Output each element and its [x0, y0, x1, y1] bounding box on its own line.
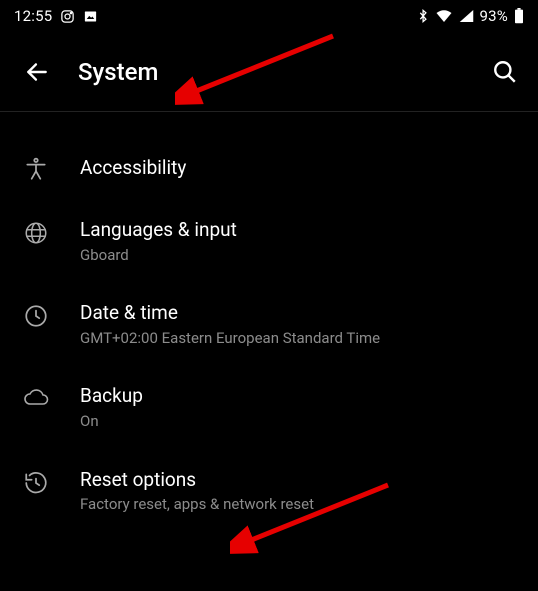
- bluetooth-icon: [418, 8, 429, 24]
- app-bar: System: [0, 32, 538, 112]
- list-item-backup[interactable]: Backup On: [0, 366, 538, 449]
- cloud-icon: [20, 386, 52, 408]
- list-item-subtitle: Factory reset, apps & network reset: [80, 495, 518, 515]
- list-item-subtitle: Gboard: [80, 246, 518, 266]
- accessibility-icon: [20, 156, 52, 182]
- instagram-icon: [60, 9, 75, 24]
- status-time: 12:55: [14, 7, 52, 25]
- status-bar: 12:55 93%: [0, 0, 538, 32]
- list-item-title: Languages & input: [80, 218, 518, 243]
- page-title: System: [78, 58, 464, 86]
- search-button[interactable]: [492, 59, 518, 85]
- list-item-title: Backup: [80, 384, 518, 409]
- list-item-subtitle: GMT+02:00 Eastern European Standard Time: [80, 329, 518, 349]
- list-item-title: Accessibility: [80, 156, 518, 181]
- history-icon: [20, 470, 52, 496]
- back-button[interactable]: [24, 59, 50, 85]
- list-item-reset[interactable]: Reset options Factory reset, apps & netw…: [0, 450, 538, 533]
- globe-icon: [20, 220, 52, 246]
- picture-icon: [83, 9, 98, 24]
- list-item-accessibility[interactable]: Accessibility: [0, 136, 538, 200]
- battery-percent: 93%: [480, 7, 508, 25]
- list-item-subtitle: On: [80, 412, 518, 432]
- list-item-languages[interactable]: Languages & input Gboard: [0, 200, 538, 283]
- wifi-icon: [435, 9, 453, 23]
- list-item-datetime[interactable]: Date & time GMT+02:00 Eastern European S…: [0, 283, 538, 366]
- settings-list: Accessibility Languages & input Gboard D…: [0, 112, 538, 533]
- list-item-title: Reset options: [80, 468, 518, 493]
- list-item-title: Date & time: [80, 301, 518, 326]
- clock-icon: [20, 303, 52, 329]
- arrow-left-icon: [24, 59, 50, 85]
- search-icon: [492, 59, 518, 85]
- battery-icon: [514, 8, 524, 24]
- cell-signal-icon: [459, 9, 474, 23]
